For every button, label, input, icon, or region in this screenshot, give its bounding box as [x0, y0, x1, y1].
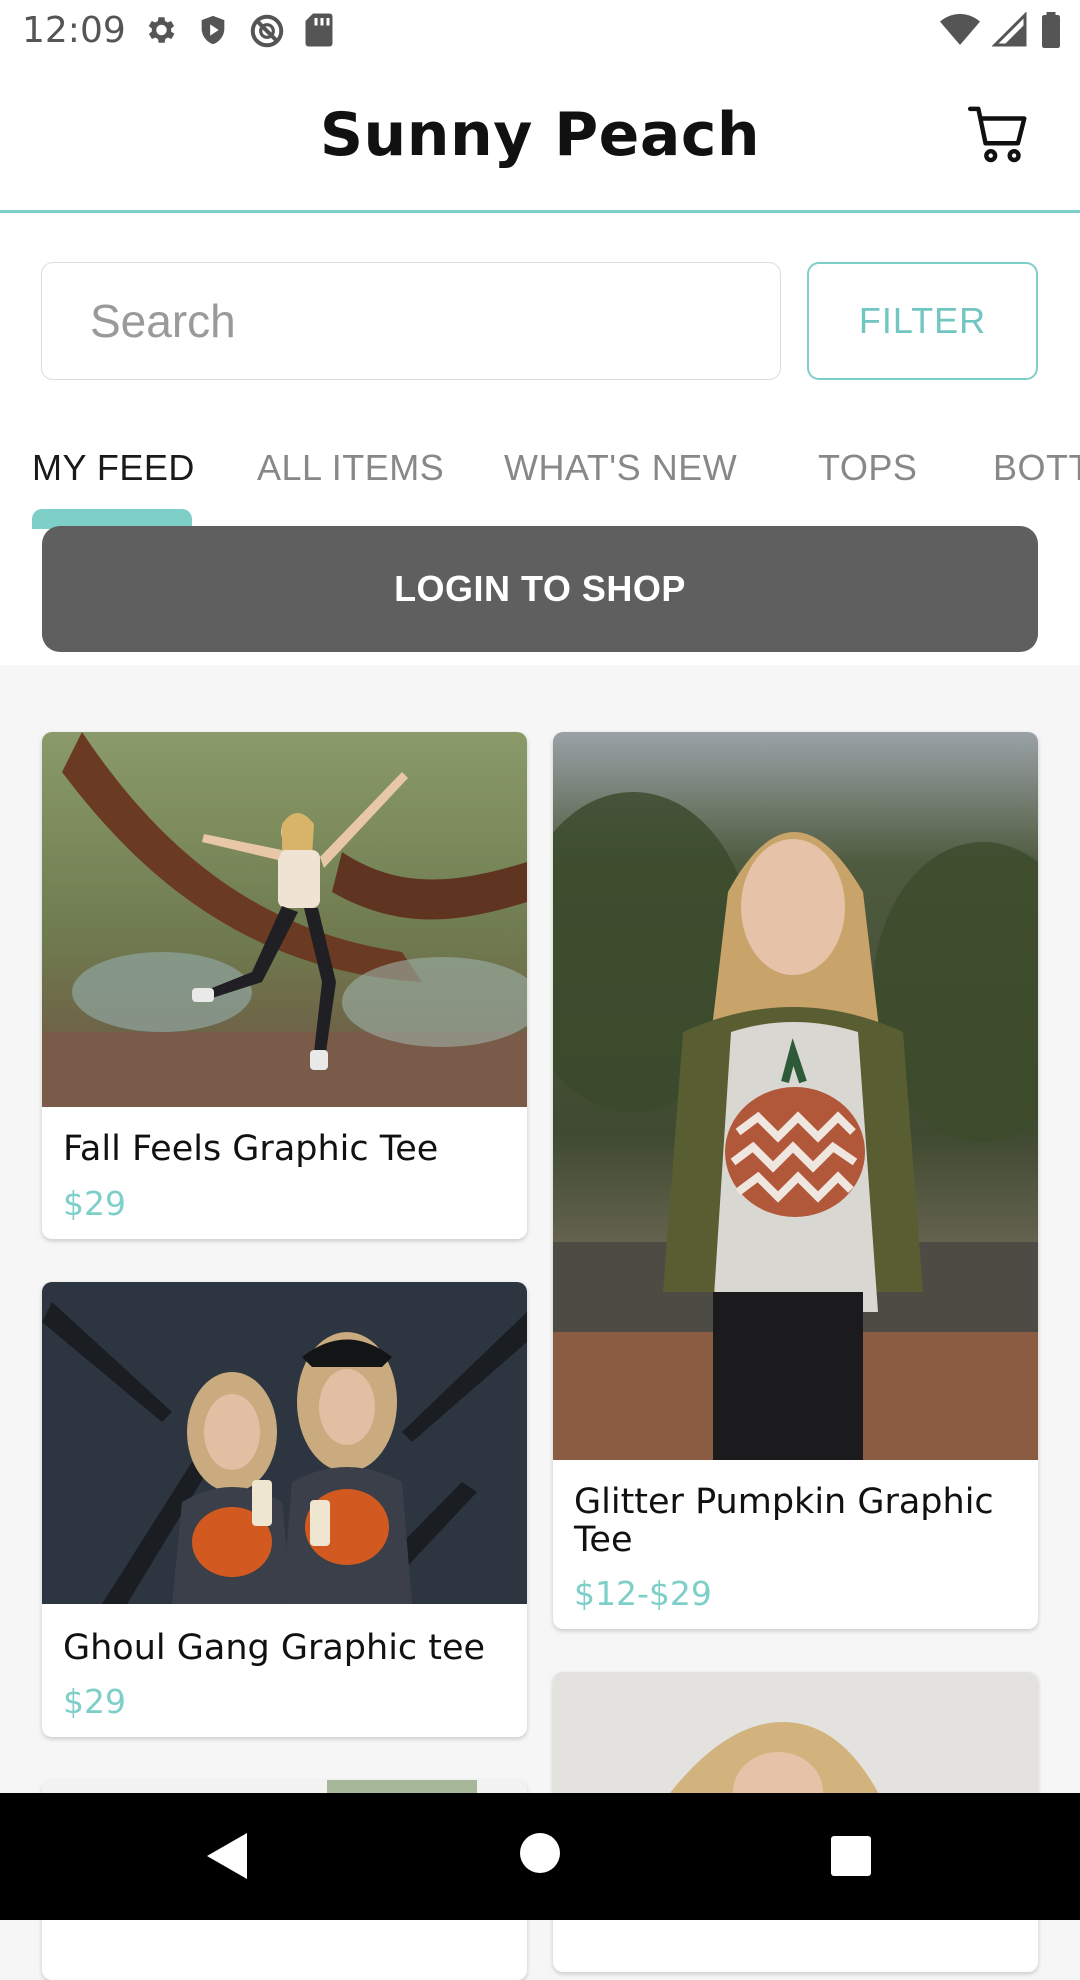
product-price: $29 — [63, 1682, 126, 1721]
tab-bottoms[interactable]: BOTTOMS — [993, 447, 1080, 489]
search-input[interactable] — [41, 262, 781, 380]
product-card[interactable]: Ghoul Gang Graphic tee $29 — [42, 1282, 527, 1737]
filter-button[interactable]: FILTER — [807, 262, 1038, 380]
product-photo[interactable] — [553, 1672, 1038, 1802]
blocked-circle-icon — [250, 14, 284, 48]
app-header: Sunny Peach — [0, 62, 1080, 213]
wifi-icon — [940, 14, 980, 45]
back-icon[interactable] — [207, 1833, 247, 1879]
system-nav-bar — [0, 1793, 1080, 1920]
battery-icon — [1042, 12, 1060, 48]
gear-icon — [148, 17, 175, 43]
cart-icon[interactable] — [966, 102, 1032, 168]
product-title: Ghoul Gang Graphic tee — [63, 1628, 486, 1668]
product-title: Glitter Pumpkin Graphic Tee — [574, 1482, 994, 1560]
status-icons-right — [940, 12, 1062, 48]
home-icon[interactable] — [520, 1833, 560, 1873]
cell-signal-icon — [992, 12, 1027, 47]
tab-whats-new[interactable]: WHAT'S NEW — [504, 447, 737, 489]
shield-icon — [201, 15, 225, 45]
product-card[interactable]: Fall Feels Graphic Tee $29 — [42, 732, 527, 1239]
status-time: 12:09 — [22, 10, 126, 51]
product-photo[interactable] — [42, 1282, 527, 1604]
product-title: Fall Feels Graphic Tee — [63, 1129, 439, 1169]
recents-icon[interactable] — [831, 1836, 871, 1876]
status-bar: 12:09 — [0, 0, 1080, 62]
sd-card-icon — [305, 13, 333, 47]
status-icons-left — [142, 12, 334, 50]
tab-all-items[interactable]: ALL ITEMS — [257, 447, 444, 489]
product-card[interactable]: Glitter Pumpkin Graphic Tee $12-$29 — [553, 732, 1038, 1629]
tab-my-feed[interactable]: MY FEED — [32, 447, 195, 489]
product-photo[interactable] — [553, 732, 1038, 1460]
search-area: FILTER MY FEED ALL ITEMS WHAT'S NEW TOPS… — [0, 213, 1080, 665]
product-photo[interactable] — [42, 732, 527, 1107]
login-to-shop-button[interactable]: LOGIN TO SHOP — [42, 526, 1038, 652]
brand-title: Sunny Peach — [319, 100, 761, 170]
product-price: $12-$29 — [574, 1574, 712, 1613]
tab-tops[interactable]: TOPS — [818, 447, 917, 489]
product-price: $29 — [63, 1184, 126, 1223]
